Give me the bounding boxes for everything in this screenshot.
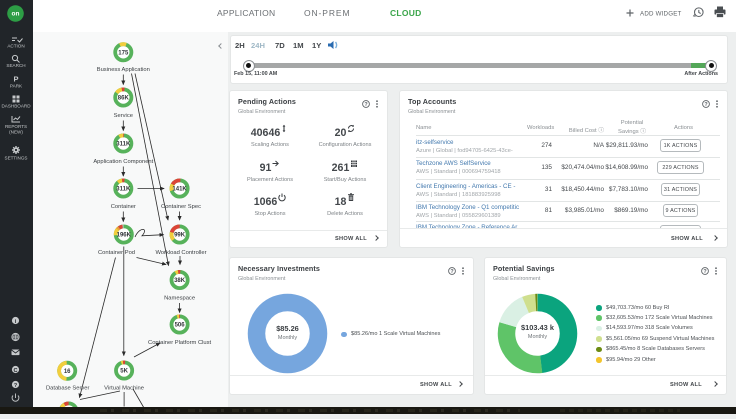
svg-text:506: 506 bbox=[175, 323, 186, 329]
svg-text:P: P bbox=[13, 75, 18, 84]
svg-text:SEARCH: SEARCH bbox=[6, 63, 25, 68]
svg-text:Workload Controller: Workload Controller bbox=[155, 250, 206, 256]
svg-text:16: 16 bbox=[64, 369, 71, 375]
svg-text:C: C bbox=[13, 368, 17, 374]
svg-text:311K: 311K bbox=[116, 187, 131, 193]
svg-text:5K: 5K bbox=[120, 369, 128, 375]
svg-text:Container: Container bbox=[111, 204, 136, 210]
svg-text:SETTINGS: SETTINGS bbox=[5, 156, 28, 161]
svg-text:Application Component: Application Component bbox=[93, 159, 153, 165]
svg-text:Namespace: Namespace bbox=[164, 296, 195, 302]
svg-text:Service: Service bbox=[114, 113, 133, 119]
svg-text:175: 175 bbox=[118, 50, 129, 56]
svg-text:?: ? bbox=[14, 383, 17, 389]
svg-text:141K: 141K bbox=[172, 187, 187, 193]
svg-text:ACTION: ACTION bbox=[7, 44, 24, 49]
svg-text:DASHBOARD: DASHBOARD bbox=[1, 104, 31, 109]
svg-text:Virtual Machine: Virtual Machine bbox=[104, 386, 144, 392]
svg-text:REPORTS: REPORTS bbox=[5, 124, 27, 129]
svg-text:?: ? bbox=[703, 269, 706, 275]
svg-text:(NEW): (NEW) bbox=[9, 130, 23, 135]
svg-text:Container Pod: Container Pod bbox=[98, 250, 135, 256]
svg-text:PARK: PARK bbox=[10, 84, 23, 89]
svg-text:196K: 196K bbox=[117, 233, 132, 239]
svg-text:86K: 86K bbox=[118, 96, 130, 102]
svg-text:Database Server: Database Server bbox=[46, 386, 90, 392]
svg-text:311K: 311K bbox=[116, 142, 131, 148]
svg-text:Container Spec: Container Spec bbox=[161, 204, 201, 210]
svg-text:on: on bbox=[12, 11, 20, 18]
svg-text:Business Application: Business Application bbox=[97, 67, 150, 73]
svg-text:Container Platform Clust: Container Platform Clust bbox=[148, 340, 212, 346]
svg-text:38K: 38K bbox=[174, 278, 186, 284]
svg-text:99K: 99K bbox=[174, 233, 186, 239]
svg-text:ADD WIDGET: ADD WIDGET bbox=[640, 11, 682, 18]
svg-text:?: ? bbox=[364, 102, 367, 108]
svg-text:?: ? bbox=[450, 269, 453, 275]
